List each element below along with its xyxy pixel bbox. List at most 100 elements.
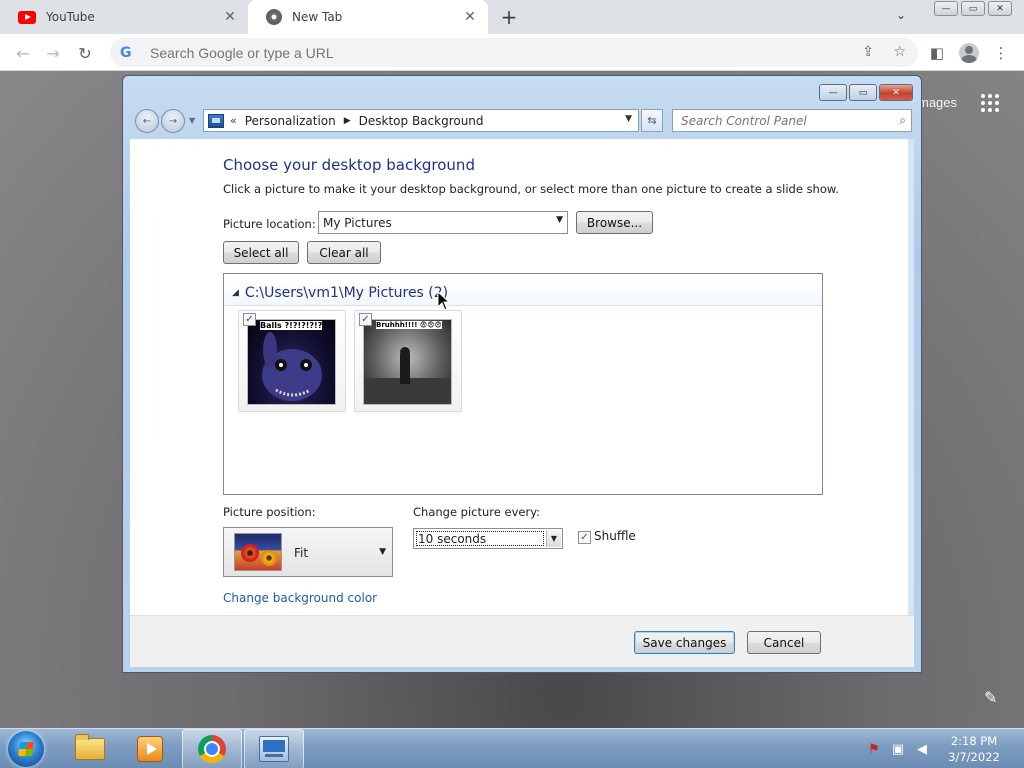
clock-date: 3/7/2022	[948, 750, 1000, 764]
taskbar-media-player-button[interactable]	[120, 729, 180, 768]
taskbar: ⚑ ▣ ◀ 2:18 PM 3/7/2022	[0, 728, 1024, 768]
change-interval-select[interactable]: 10 seconds ▼	[413, 528, 563, 549]
maximize-button[interactable]: ▭	[849, 84, 877, 101]
forward-button[interactable]: →	[161, 109, 185, 133]
control-panel-icon	[208, 113, 224, 128]
chrome-icon	[198, 735, 226, 763]
address-dropdown-icon[interactable]: ▼	[625, 114, 632, 124]
browser-tab-strip: YouTube ✕ New Tab ✕ + ⌄ — ▭ ✕	[0, 0, 1024, 34]
volume-icon[interactable]: ◀	[914, 741, 930, 757]
back-button[interactable]: ←	[12, 42, 34, 64]
picture-position-label: Picture position:	[223, 505, 316, 519]
tab-close-icon[interactable]: ✕	[462, 9, 478, 25]
group-header-label: C:\Users\vm1\My Pictures (2)	[244, 284, 449, 301]
clear-all-button[interactable]: Clear all	[307, 241, 381, 264]
bookmark-star-icon[interactable]: ☆	[893, 44, 906, 60]
change-interval-value: 10 seconds	[416, 531, 544, 546]
thumbnail-caption: Bruhhh!!!! 😨😨😨	[376, 321, 442, 329]
close-button[interactable]: ✕	[879, 84, 913, 101]
breadcrumb-overflow-icon[interactable]: «	[230, 114, 237, 127]
start-button[interactable]	[8, 731, 44, 767]
picture-thumbnail[interactable]: Balls ?!?!?!?!? ✓	[238, 310, 346, 412]
customize-pencil-icon[interactable]: ✎	[984, 688, 997, 707]
avatar	[959, 43, 979, 63]
omnibox-input[interactable]	[150, 44, 750, 61]
new-tab-button[interactable]: +	[498, 5, 520, 29]
thumbnail-checkbox[interactable]: ✓	[243, 313, 256, 326]
breadcrumb-personalization[interactable]: Personalization	[245, 114, 336, 128]
collapse-triangle-icon[interactable]: ◢	[232, 288, 239, 298]
picture-position-value: Fit	[294, 546, 309, 560]
search-box[interactable]: ⌕	[672, 109, 912, 132]
breadcrumb-separator-icon[interactable]: ▶	[344, 116, 351, 126]
system-clock[interactable]: 2:18 PM 3/7/2022	[944, 733, 1004, 765]
google-apps-icon[interactable]	[981, 94, 999, 112]
save-changes-button[interactable]: Save changes	[634, 631, 735, 654]
picture-thumbnail[interactable]: Bruhhh!!!! 😨😨😨 ✓	[354, 310, 462, 412]
omnibox[interactable]: G ⇪ ☆	[110, 38, 918, 67]
taskbar-chrome-button[interactable]	[182, 729, 242, 768]
dialog-footer: Save changes Cancel	[130, 615, 914, 667]
control-panel-window: — ▭ ✕ ← → ▼ « Personalization ▶ Desktop …	[122, 75, 922, 673]
youtube-icon	[18, 10, 36, 24]
page-description: Click a picture to make it your desktop …	[223, 182, 839, 196]
minimize-button[interactable]: —	[934, 1, 958, 16]
picture-position-select[interactable]: Fit ▼	[223, 527, 393, 577]
taskbar-control-panel-button[interactable]	[244, 729, 304, 768]
chevron-down-icon: ▼	[556, 215, 563, 225]
shuffle-label[interactable]: Shuffle	[594, 529, 636, 543]
tab-new-tab[interactable]: New Tab ✕	[248, 0, 488, 34]
search-input[interactable]	[681, 113, 881, 128]
address-bar[interactable]: « Personalization ▶ Desktop Background ▼	[203, 109, 639, 132]
back-button[interactable]: ←	[135, 109, 159, 133]
chevron-down-icon: ▼	[379, 547, 386, 557]
picture-location-select[interactable]: My Pictures ▼	[318, 211, 568, 234]
close-window-button[interactable]: ✕	[988, 1, 1012, 16]
thumbnail-checkbox[interactable]: ✓	[359, 313, 372, 326]
profile-button[interactable]	[958, 42, 980, 64]
main-content: Choose your desktop background Click a p…	[130, 139, 914, 615]
select-all-button[interactable]: Select all	[223, 241, 299, 264]
minimize-button[interactable]: —	[819, 84, 847, 101]
search-icon[interactable]: ⌕	[899, 113, 906, 128]
mouse-cursor-icon	[437, 291, 451, 311]
navigation-bar: ← → ▼ « Personalization ▶ Desktop Backgr…	[131, 106, 915, 134]
media-player-icon	[137, 736, 163, 762]
refresh-button[interactable]: ⇆	[641, 109, 663, 132]
forward-button[interactable]: →	[42, 42, 64, 64]
thumbnail-image: Balls ?!?!?!?!?	[247, 319, 336, 405]
tab-youtube[interactable]: YouTube ✕	[0, 0, 248, 34]
bonnie-animatronic-image	[262, 332, 322, 401]
google-g-icon: G	[120, 44, 132, 61]
tab-close-icon[interactable]: ✕	[222, 9, 238, 25]
change-picture-label: Change picture every:	[413, 505, 541, 519]
images-link[interactable]: mages	[918, 95, 957, 110]
shuffle-checkbox[interactable]: ✓	[578, 531, 591, 544]
thumbnail-caption: Balls ?!?!?!?!?	[260, 321, 323, 330]
network-icon[interactable]: ▣	[890, 741, 906, 757]
window-border-strip	[908, 139, 914, 615]
taskbar-explorer-button[interactable]	[60, 729, 120, 768]
window-controls: — ▭ ✕	[819, 84, 913, 101]
breadcrumb-desktop-background[interactable]: Desktop Background	[359, 114, 484, 128]
picture-location-label: Picture location:	[223, 217, 316, 231]
share-icon[interactable]: ⇪	[862, 44, 874, 60]
menu-icon[interactable]: ⋮	[990, 42, 1012, 64]
recent-pages-dropdown-icon[interactable]: ▼	[189, 116, 195, 125]
folder-icon	[75, 734, 105, 760]
change-background-color-link[interactable]: Change background color	[223, 591, 377, 605]
browse-button[interactable]: Browse...	[576, 211, 653, 234]
browser-window-controls: — ▭ ✕	[934, 1, 1012, 16]
picture-list: ◢ C:\Users\vm1\My Pictures (2) Balls ?!?…	[223, 273, 823, 495]
restore-button[interactable]: ▭	[961, 1, 985, 16]
cancel-button[interactable]: Cancel	[747, 631, 821, 654]
reload-button[interactable]: ↻	[74, 42, 96, 64]
group-header[interactable]: ◢ C:\Users\vm1\My Pictures (2)	[224, 280, 822, 306]
control-panel-icon	[259, 736, 289, 762]
tab-title: New Tab	[292, 10, 343, 24]
page-title: Choose your desktop background	[223, 156, 475, 174]
tab-search-icon[interactable]: ⌄	[896, 8, 906, 22]
side-panel-icon[interactable]: ◧	[926, 42, 948, 64]
tab-title: YouTube	[46, 10, 95, 24]
action-center-flag-icon[interactable]: ⚑	[866, 741, 882, 757]
